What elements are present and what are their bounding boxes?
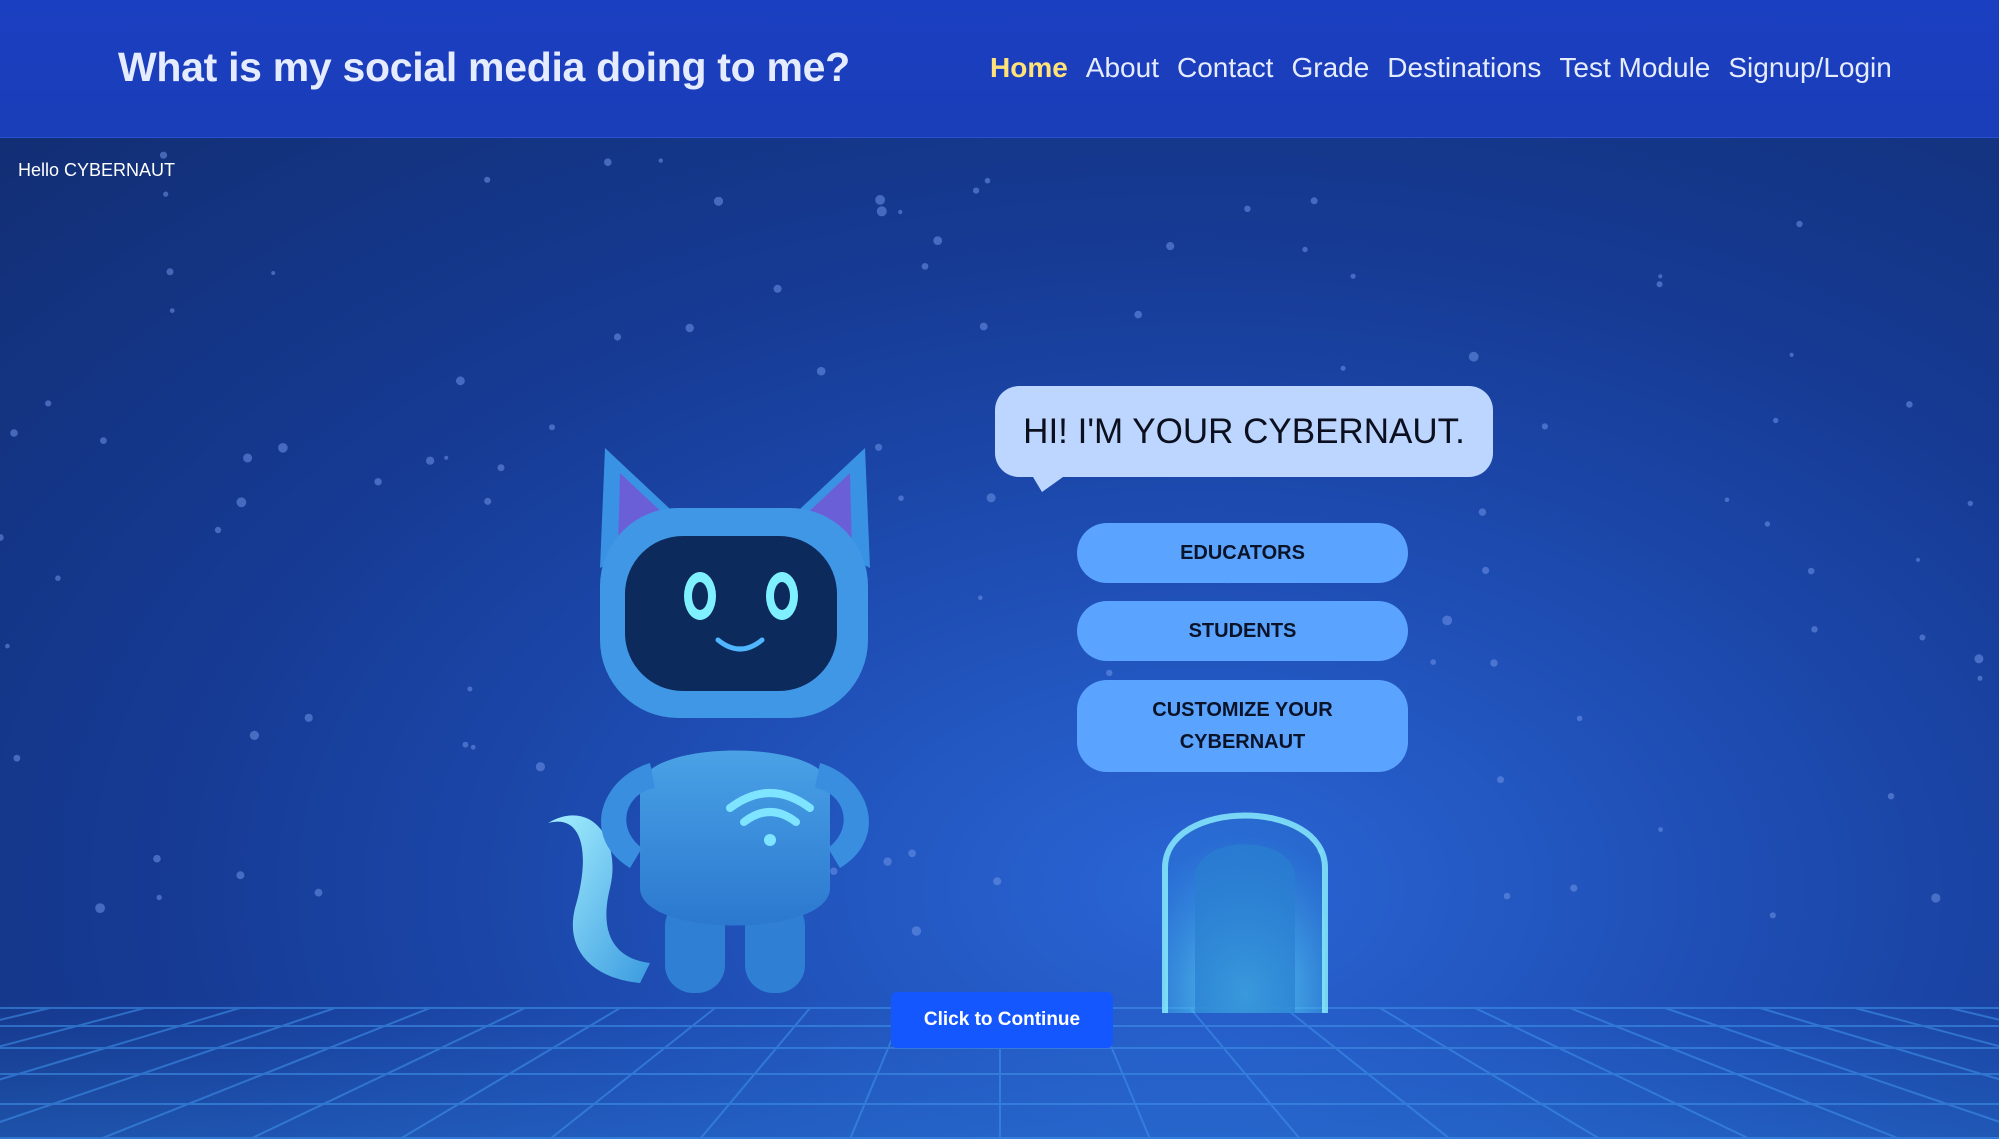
educators-button[interactable]: EDUCATORS xyxy=(1077,523,1408,583)
nav-destinations[interactable]: Destinations xyxy=(1387,52,1541,84)
nav-grade[interactable]: Grade xyxy=(1291,52,1369,84)
continue-button[interactable]: Click to Continue xyxy=(891,992,1113,1048)
main-nav: Home About Contact Grade Destinations Te… xyxy=(990,52,1892,84)
nav-about[interactable]: About xyxy=(1086,52,1159,84)
starfield-grid-background xyxy=(0,151,1999,1139)
nav-home[interactable]: Home xyxy=(990,52,1068,84)
site-title: What is my social media doing to me? xyxy=(118,44,850,90)
portal-arch-icon xyxy=(1162,812,1328,1013)
students-button[interactable]: STUDENTS xyxy=(1077,601,1408,661)
nav-contact[interactable]: Contact xyxy=(1177,52,1274,84)
greeting-text: Hello CYBERNAUT xyxy=(18,160,176,180)
robot-cat-icon xyxy=(548,448,870,993)
speech-bubble-tail xyxy=(1030,472,1070,492)
hero-stage: Hello CYBERNAUT HI! I'M YOUR CYBERNAUT. … xyxy=(0,138,1999,1139)
speech-bubble: HI! I'M YOUR CYBERNAUT. xyxy=(995,386,1493,477)
nav-signup-login[interactable]: Signup/Login xyxy=(1728,52,1891,84)
customize-cybernaut-button[interactable]: CUSTOMIZE YOUR CYBERNAUT xyxy=(1077,680,1408,772)
nav-test-module[interactable]: Test Module xyxy=(1559,52,1710,84)
speech-bubble-text: HI! I'M YOUR CYBERNAUT. xyxy=(1023,411,1465,451)
site-header: What is my social media doing to me? Hom… xyxy=(0,0,1999,138)
